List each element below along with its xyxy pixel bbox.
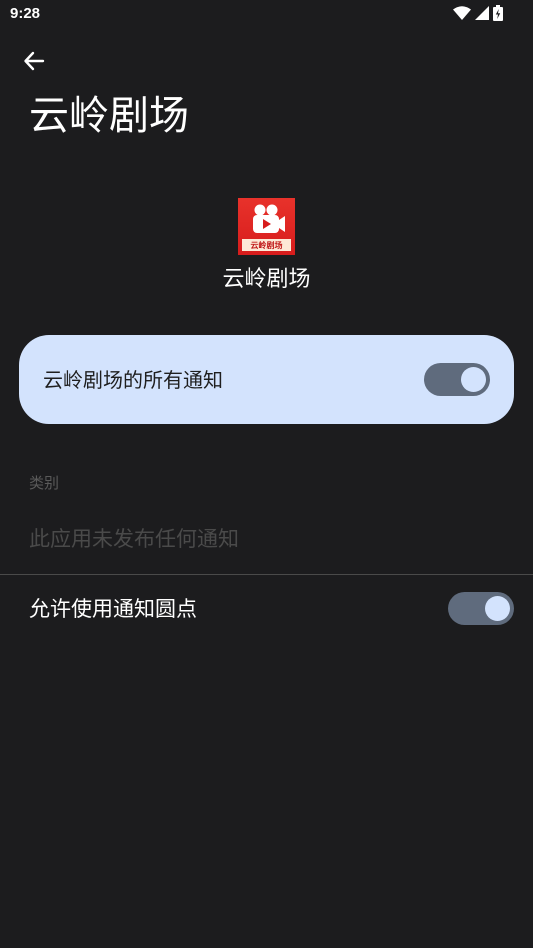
status-time: 9:28 bbox=[10, 5, 41, 22]
all-notifications-card[interactable]: 云岭剧场的所有通知 bbox=[19, 335, 514, 424]
back-button[interactable] bbox=[14, 43, 54, 83]
page-title: 云岭剧场 bbox=[29, 93, 189, 139]
status-icons bbox=[453, 5, 503, 21]
app-icon: 云岭剧场 bbox=[238, 198, 295, 255]
notification-dots-label: 允许使用通知圆点 bbox=[29, 597, 197, 621]
wifi-icon bbox=[453, 6, 471, 20]
app-icon-banner: 云岭剧场 bbox=[242, 239, 291, 251]
notification-dots-row[interactable]: 允许使用通知圆点 bbox=[0, 575, 533, 643]
app-name: 云岭剧场 bbox=[222, 267, 311, 292]
all-notifications-label: 云岭剧场的所有通知 bbox=[43, 368, 223, 392]
no-categories-message: 此应用未发布任何通知 bbox=[29, 527, 239, 551]
signal-icon bbox=[475, 6, 489, 20]
all-notifications-switch[interactable] bbox=[424, 363, 490, 396]
arrow-back-icon bbox=[23, 50, 45, 76]
notification-dots-switch[interactable] bbox=[448, 592, 514, 625]
status-bar: 9:28 bbox=[0, 0, 533, 30]
categories-header: 类别 bbox=[29, 474, 60, 492]
switch-thumb bbox=[461, 367, 486, 392]
battery-charging-icon bbox=[493, 5, 503, 21]
app-header: 云岭剧场 云岭剧场 bbox=[0, 198, 533, 295]
switch-thumb bbox=[485, 596, 510, 621]
